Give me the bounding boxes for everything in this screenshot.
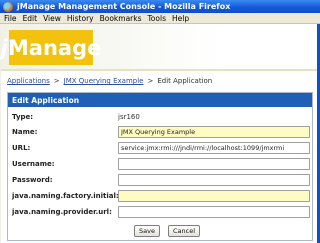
provider-url-row: java.naming.provider.url: (8, 204, 312, 219)
page-header: j Manage (1, 24, 317, 71)
form-buttons: Save Cancel (8, 225, 312, 239)
logo-manage: Manage (7, 35, 102, 60)
name-row: Name: (8, 124, 312, 139)
breadcrumb: Applications > JMX Querying Example > Edit A… (7, 77, 212, 85)
edit-application-panel: Edit Application Type: jsr160 Name: URL:… (7, 92, 313, 241)
browser-window: jManage Management Console - Mozilla Fir… (0, 0, 320, 243)
menu-bar: File Edit View History Bookmarks Tools H… (0, 13, 320, 24)
password-input[interactable] (118, 173, 310, 186)
menu-tools[interactable]: Tools (148, 14, 166, 23)
firefox-icon (3, 1, 13, 12)
type-label: Type: (12, 112, 34, 121)
breadcrumb-applications[interactable]: Applications (7, 77, 50, 85)
type-value: jsr160 (118, 112, 140, 121)
username-input[interactable] (118, 157, 310, 170)
jmanage-logo[interactable]: j Manage (1, 30, 101, 65)
menu-help[interactable]: Help (172, 14, 189, 23)
menu-view[interactable]: View (43, 14, 61, 23)
panel-title: Edit Application (8, 93, 312, 107)
provider-url-label: java.naming.provider.url: (12, 207, 112, 216)
factory-initial-label: java.naming.factory.initial: (12, 191, 119, 200)
type-row: Type: jsr160 (8, 109, 312, 124)
breadcrumb-separator: > (147, 77, 154, 85)
cancel-button[interactable]: Cancel (168, 225, 200, 237)
url-label: URL: (12, 143, 31, 152)
menu-file[interactable]: File (4, 14, 17, 23)
username-label: Username: (12, 159, 55, 168)
name-label: Name: (12, 127, 38, 136)
window-title: jManage Management Console - Mozilla Fir… (17, 2, 231, 11)
username-row: Username: (8, 156, 312, 171)
save-button[interactable]: Save (134, 225, 160, 237)
logo-j: j (0, 35, 8, 60)
url-input[interactable] (118, 141, 310, 154)
breadcrumb-jmx-querying-example[interactable]: JMX Querying Example (64, 77, 144, 85)
factory-initial-input[interactable] (118, 189, 310, 202)
breadcrumb-separator: > (53, 77, 60, 85)
title-bar: jManage Management Console - Mozilla Fir… (0, 0, 320, 13)
breadcrumb-current: Edit Application (157, 77, 213, 85)
menu-history[interactable]: History (67, 14, 94, 23)
password-row: Password: (8, 172, 312, 187)
url-row: URL: (8, 140, 312, 155)
password-label: Password: (12, 175, 53, 184)
factory-initial-row: java.naming.factory.initial: (8, 188, 312, 203)
menu-bookmarks[interactable]: Bookmarks (100, 14, 142, 23)
menu-edit[interactable]: Edit (23, 14, 38, 23)
name-input[interactable] (118, 125, 310, 138)
page-content: j Manage Applications > JMX Querying Exampl… (1, 24, 317, 243)
provider-url-input[interactable] (118, 205, 310, 218)
